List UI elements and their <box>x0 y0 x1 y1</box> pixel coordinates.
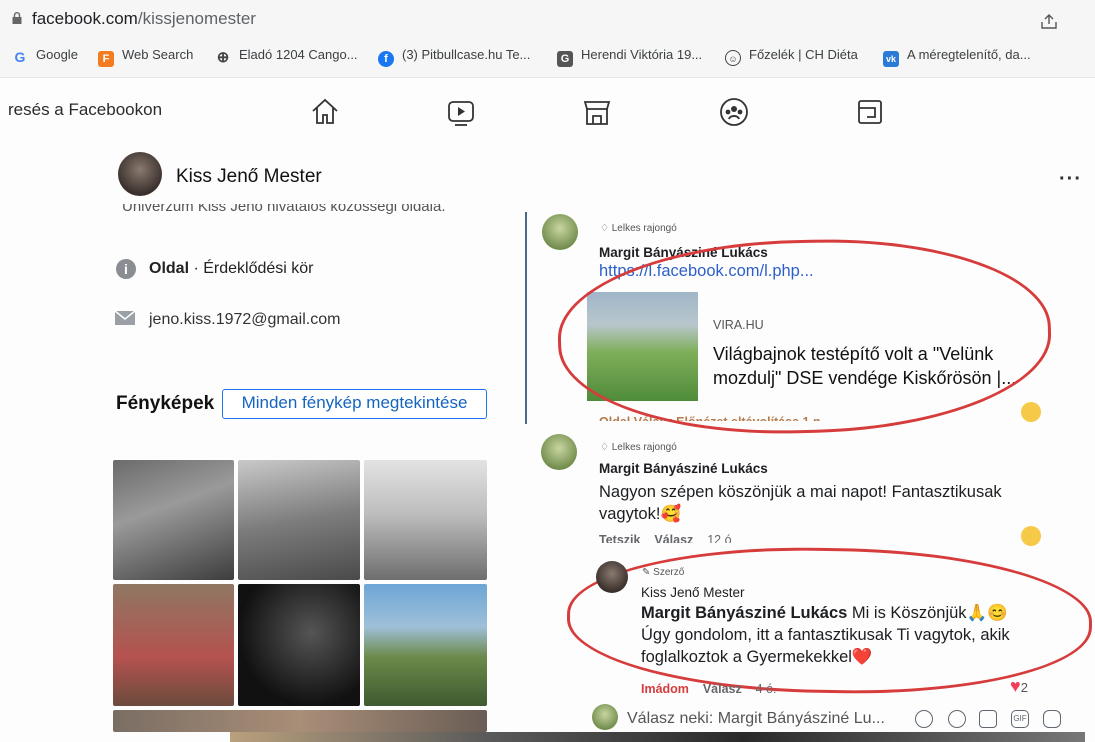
column-divider <box>525 212 527 424</box>
comment-text: Nagyon szépen köszönjük a mai napot! Fan… <box>599 483 1002 523</box>
pen-icon: ✎ <box>642 567 654 578</box>
bookmark-pitbullcase[interactable]: f (3) Pitbullcase.hu Te... <box>378 47 530 67</box>
commenter-avatar[interactable] <box>541 434 577 470</box>
bottom-photo-strip <box>230 732 1085 742</box>
bookmarks-bar: G Google F Web Search ⊕ Eladó 1204 Cango...… <box>0 38 1095 78</box>
fan-badge: ♢ Lelkes rajongó <box>600 223 677 234</box>
comment-author[interactable]: Kiss Jenő Mester <box>641 585 745 600</box>
chef-icon: ☺ <box>725 50 741 66</box>
reaction-emoji-icon[interactable] <box>1021 526 1041 546</box>
sticker-icon[interactable] <box>1043 710 1061 728</box>
globe-icon: ⊕ <box>216 49 230 66</box>
comment-author[interactable]: Margit Bányásziné Lukács <box>599 461 768 476</box>
photo-thumbnail[interactable] <box>238 584 360 706</box>
photo-thumbnail[interactable] <box>238 460 360 580</box>
reaction-emoji-icon[interactable] <box>1021 402 1041 422</box>
author-avatar[interactable] <box>596 561 628 593</box>
photo-thumbnail[interactable] <box>113 710 487 732</box>
email-text[interactable]: jeno.kiss.1972@gmail.com <box>149 311 340 329</box>
bookmark-fozelek[interactable]: ☺ Főzelék | CH Diéta <box>725 47 858 66</box>
comment-actions[interactable]: Tetszik Válasz 12 ó <box>599 533 732 543</box>
google-icon: G <box>14 49 26 65</box>
groups-icon[interactable] <box>718 96 750 128</box>
bookmark-meregtelenito[interactable]: vk A méregtelenítő, da... <box>883 47 1031 67</box>
url-text[interactable]: facebook.com/kissjenomester <box>32 9 256 29</box>
lock-icon <box>12 12 22 24</box>
info-icon: i <box>116 259 136 279</box>
photo-thumbnail[interactable] <box>113 460 234 580</box>
mail-icon <box>114 310 136 325</box>
more-options-icon[interactable]: ··· <box>1059 168 1082 191</box>
comment-actions[interactable]: Imádom Válasz 4 ó. <box>641 682 777 696</box>
gaming-icon[interactable] <box>854 96 886 128</box>
diamond-icon: ♢ <box>600 223 612 234</box>
bookmark-elado[interactable]: ⊕ Eladó 1204 Cango... <box>215 47 358 66</box>
emoji-icon[interactable] <box>948 710 966 728</box>
fan-badge: ♢ Lelkes rajongó <box>600 442 677 453</box>
commenter-avatar[interactable] <box>542 214 578 250</box>
reply-input[interactable]: Válasz neki: Margit Bányásziné Lu... <box>627 710 885 728</box>
avatar-sticker-icon[interactable] <box>915 710 933 728</box>
watch-icon[interactable] <box>445 96 477 128</box>
diamond-icon: ♢ <box>600 442 612 453</box>
mention-link[interactable]: Margit Bányásziné Lukács <box>641 604 847 622</box>
bookmark-web-search[interactable]: F Web Search <box>98 47 193 67</box>
home-icon[interactable] <box>309 96 341 128</box>
address-bar[interactable]: facebook.com/kissjenomester <box>0 0 1095 38</box>
photo-thumbnail[interactable] <box>364 584 487 706</box>
about-text: Univerzum Kiss Jenő hivatalos közösségi … <box>122 204 446 215</box>
gif-icon[interactable]: GIF <box>1011 710 1029 728</box>
page-category: Oldal · Érdeklődési kör <box>149 260 314 277</box>
bookmark-google[interactable]: G Google <box>12 47 78 65</box>
my-avatar <box>592 704 618 730</box>
comment-text: Margit Bányásziné Lukács Mi is Köszönjük… <box>641 604 1010 666</box>
marketplace-icon[interactable] <box>581 96 613 128</box>
see-all-photos-button[interactable]: Minden fénykép megtekintése <box>222 389 487 419</box>
camera-icon[interactable] <box>979 710 997 728</box>
share-icon[interactable] <box>1040 14 1058 30</box>
bookmark-herendi[interactable]: G Herendi Viktória 19... <box>557 47 702 67</box>
goodreads-icon: G <box>557 51 573 67</box>
facebook-icon: f <box>378 51 394 67</box>
vk-icon: vk <box>883 51 899 67</box>
page-title[interactable]: Kiss Jenő Mester <box>176 166 322 188</box>
page-avatar[interactable] <box>118 152 162 196</box>
photo-thumbnail[interactable] <box>364 460 487 580</box>
photo-thumbnail[interactable] <box>113 584 234 706</box>
photos-heading: Fényképek <box>116 393 215 414</box>
search-facebook-text[interactable]: resés a Facebookon <box>8 100 162 120</box>
reaction-count[interactable]: ♥2 <box>1010 676 1028 697</box>
heart-icon: ♥ <box>1010 676 1021 696</box>
web-search-icon: F <box>98 51 114 67</box>
author-badge: ✎ Szerző <box>642 567 685 578</box>
